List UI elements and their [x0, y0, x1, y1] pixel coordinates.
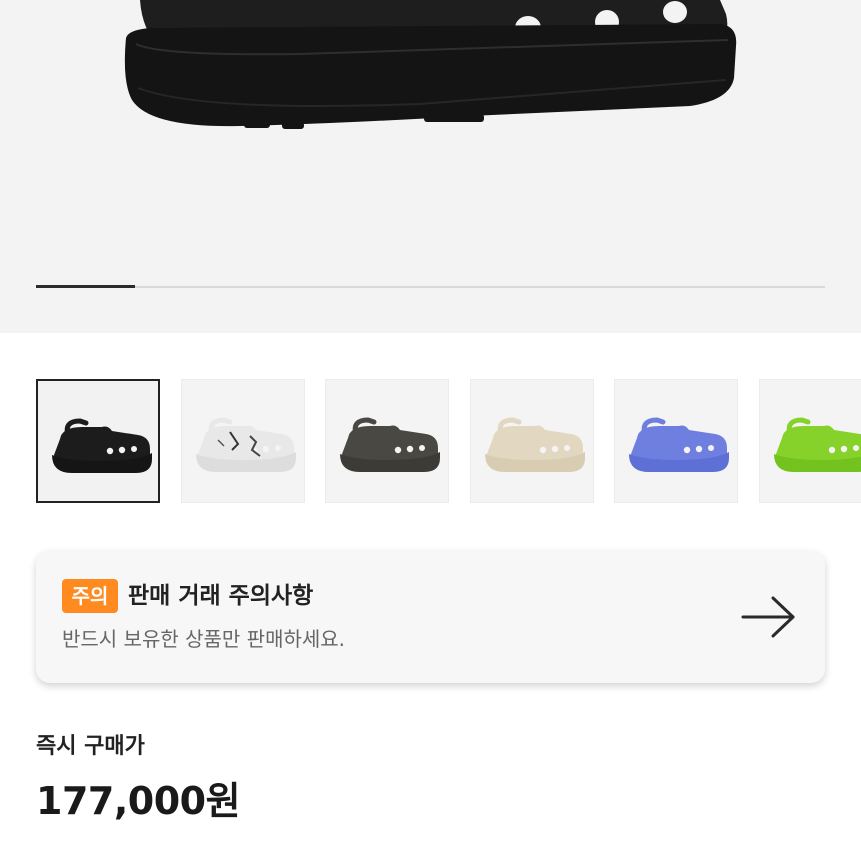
caution-badge: 주의: [62, 579, 118, 613]
product-image-carousel[interactable]: [0, 0, 861, 333]
clog-image: [52, 418, 152, 473]
arrow-right-icon[interactable]: [741, 595, 797, 639]
clog-image: [773, 417, 861, 472]
thumbnail-bone[interactable]: [469, 379, 594, 503]
carousel-progress-indicator: [36, 285, 135, 288]
instant-buy-price-value: 177,000원: [36, 779, 241, 823]
clog-image: [195, 417, 296, 472]
caution-subtitle: 반드시 보유한 상품만 판매하세요.: [62, 627, 346, 651]
clog-image: [629, 417, 729, 472]
thumbnail-black[interactable]: [36, 379, 160, 503]
carousel-progress-track: [36, 285, 825, 288]
thumbnail-marble[interactable]: [180, 379, 305, 503]
thumbnail-lime[interactable]: [758, 379, 861, 503]
instant-buy-price-label: 즉시 구매가: [36, 734, 145, 759]
sale-caution-card[interactable]: 주의 판매 거래 주의사항 반드시 보유한 상품만 판매하세요.: [36, 551, 825, 683]
clog-image: [340, 417, 440, 472]
caution-title: 판매 거래 주의사항: [128, 583, 314, 609]
thumbnail-dark-grey[interactable]: [325, 379, 449, 503]
thumbnail-strip[interactable]: [36, 379, 861, 505]
thumbnail-periwinkle[interactable]: [614, 379, 738, 503]
product-image: [124, 0, 737, 129]
clog-image: [484, 417, 585, 472]
